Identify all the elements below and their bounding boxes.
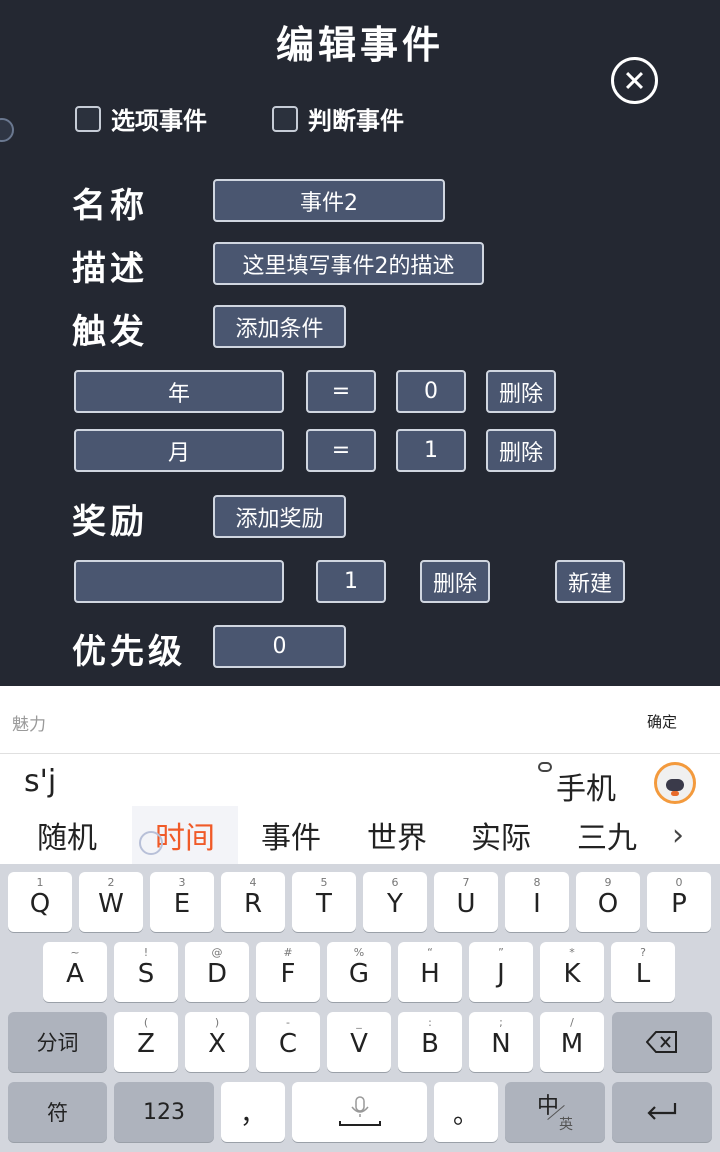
trigger-label: 触发 — [72, 312, 148, 352]
candidate-item[interactable]: 事件 — [238, 806, 344, 864]
option-event-checkbox[interactable]: 选项事件 — [75, 101, 207, 136]
symbol-key[interactable]: 符 — [8, 1082, 107, 1142]
key-c[interactable]: -C — [256, 1012, 320, 1072]
key-t[interactable]: 5T — [292, 872, 356, 932]
close-button[interactable] — [611, 57, 658, 104]
page-title: 编辑事件 — [275, 23, 444, 67]
key-r[interactable]: 4R — [221, 872, 285, 932]
pinyin-composition: s'j — [24, 764, 57, 799]
name-input[interactable]: 事件2 — [213, 179, 445, 222]
comma-key[interactable]: ， — [221, 1082, 285, 1142]
enter-key[interactable] — [612, 1082, 712, 1142]
key-f[interactable]: # F — [256, 942, 320, 1002]
key-o[interactable]: 9O — [576, 872, 640, 932]
cloud-candidate[interactable]: 手机 — [556, 764, 616, 808]
numbers-key[interactable]: 123 — [114, 1082, 214, 1142]
condition-value-input[interactable]: 1 — [396, 429, 466, 472]
space-key[interactable] — [292, 1082, 427, 1142]
priority-label: 优先级 — [72, 632, 186, 672]
segment-key[interactable]: 分词 — [8, 1012, 107, 1072]
condition-operator-select[interactable]: = — [306, 370, 376, 413]
checkbox-box[interactable] — [272, 105, 298, 132]
reward-field-input[interactable] — [74, 560, 284, 603]
event-editor-panel: 编辑事件 选项事件 判断事件 名称 事件2 描述 这里填写事件2的描述 触发 添… — [0, 0, 720, 686]
condition-field-select[interactable]: 月 — [74, 429, 284, 472]
candidate-list: 随机 时间 事件 世界 实际 三九 — [0, 806, 720, 864]
key-m[interactable]: / M — [540, 1012, 604, 1072]
candidate-item[interactable]: 世界 — [344, 806, 450, 864]
key-s[interactable]: ! S — [114, 942, 178, 1002]
key-a[interactable]: ~ A — [43, 942, 107, 1002]
reward-label: 奖励 — [72, 502, 148, 542]
new-button[interactable]: 新建 — [555, 560, 625, 603]
option-event-label: 选项事件 — [111, 107, 207, 135]
reward-delete-button[interactable]: 删除 — [420, 560, 490, 603]
key-p[interactable]: 0P — [647, 872, 711, 932]
microphone-icon — [338, 1096, 381, 1126]
return-icon — [647, 1103, 677, 1120]
condition-field-select[interactable]: 年 — [74, 370, 284, 413]
checkbox-box[interactable] — [75, 105, 101, 132]
period-key[interactable]: 。 — [434, 1082, 498, 1142]
keyboard: 1Q2W3E4R5T6Y7U8I9O0P ~ A! S @ D # F% G “H” J * K? L … — [0, 864, 720, 1152]
backspace-icon — [646, 1031, 677, 1053]
key-n[interactable]: ; N — [469, 1012, 533, 1072]
ime-text-field[interactable]: 魅力 — [12, 710, 46, 735]
description-input[interactable]: 这里填写事件2的描述 — [213, 242, 484, 285]
ime-input-bar: 魅力 确定 — [0, 686, 720, 754]
reward-value-input[interactable]: 1 — [316, 560, 386, 603]
add-reward-button[interactable]: 添加奖励 — [213, 495, 346, 538]
key-g[interactable]: % G — [327, 942, 391, 1002]
cloud-icon — [538, 762, 552, 772]
key-h[interactable]: “H — [398, 942, 462, 1002]
key-x[interactable]: ) X — [185, 1012, 249, 1072]
condition-operator-select[interactable]: = — [306, 429, 376, 472]
add-condition-button[interactable]: 添加条件 — [213, 305, 346, 348]
key-v[interactable]: _ V — [327, 1012, 391, 1072]
key-q[interactable]: 1Q — [8, 872, 72, 932]
language-switch-key[interactable]: 中 英 — [505, 1082, 605, 1142]
priority-input[interactable]: 0 — [213, 625, 346, 668]
key-w[interactable]: 2W — [79, 872, 143, 932]
condition-delete-button[interactable]: 删除 — [486, 429, 556, 472]
judge-event-checkbox[interactable]: 判断事件 — [272, 101, 404, 136]
key-d[interactable]: @ D — [185, 942, 249, 1002]
key-u[interactable]: 7U — [434, 872, 498, 932]
judge-event-label: 判断事件 — [308, 107, 404, 135]
confirm-button[interactable]: 确定 — [647, 711, 677, 732]
ime-mascot-icon[interactable] — [654, 762, 696, 804]
condition-value-input[interactable]: 0 — [396, 370, 466, 413]
chevron-right-icon[interactable]: › — [672, 818, 684, 853]
key-e[interactable]: 3E — [150, 872, 214, 932]
key-z[interactable]: (Z — [114, 1012, 178, 1072]
candidate-item[interactable]: 实际 — [448, 806, 554, 864]
name-label: 名称 — [72, 186, 148, 226]
condition-delete-button[interactable]: 删除 — [486, 370, 556, 413]
key-i[interactable]: 8I — [505, 872, 569, 932]
description-label: 描述 — [72, 249, 148, 289]
key-b[interactable]: :B — [398, 1012, 462, 1072]
candidate-panel: s'j 手机 随机 时间 事件 世界 实际 三九 › — [0, 754, 720, 864]
side-handle-icon[interactable] — [0, 118, 14, 142]
key-k[interactable]: * K — [540, 942, 604, 1002]
touch-indicator-icon — [139, 831, 163, 855]
key-l[interactable]: ? L — [611, 942, 675, 1002]
candidate-item[interactable]: 随机 — [14, 806, 120, 864]
candidate-item[interactable]: 三九 — [554, 806, 660, 864]
key-y[interactable]: 6Y — [363, 872, 427, 932]
key-j[interactable]: ” J — [469, 942, 533, 1002]
backspace-key[interactable] — [612, 1012, 712, 1072]
